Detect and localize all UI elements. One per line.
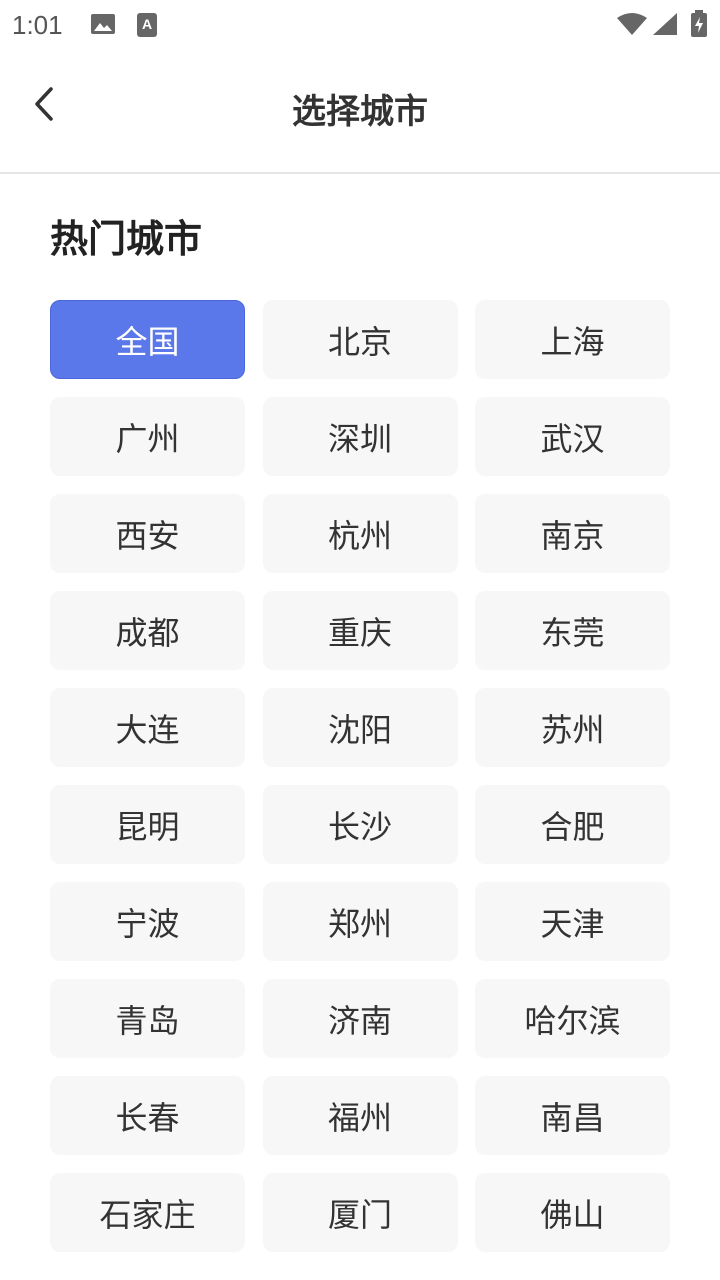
city-item[interactable]: 济南 [262,979,458,1058]
city-item[interactable]: 大连 [50,688,245,767]
city-item[interactable]: 合肥 [475,785,670,864]
city-item[interactable]: 全国 [50,300,245,379]
city-item[interactable]: 重庆 [262,591,458,670]
city-item[interactable]: 昆明 [50,785,245,864]
city-item[interactable]: 东莞 [475,591,670,670]
status-bar: 1:01 A [0,0,720,48]
city-item[interactable]: 沈阳 [262,688,458,767]
city-item[interactable]: 宁波 [50,882,245,961]
city-item[interactable]: 西安 [50,494,245,573]
header-bar: 选择城市 [0,48,720,174]
signal-icon [652,12,678,40]
svg-text:A: A [142,16,152,32]
city-item[interactable]: 石家庄 [50,1173,245,1252]
city-item[interactable]: 青岛 [50,979,245,1058]
city-item[interactable]: 武汉 [475,397,670,476]
city-item[interactable]: 北京 [262,300,458,379]
status-time: 1:01 [12,10,63,40]
city-item[interactable]: 苏州 [475,688,670,767]
city-item[interactable]: 南昌 [475,1076,670,1155]
city-item[interactable]: 杭州 [262,494,458,573]
city-item[interactable]: 天津 [475,882,670,961]
city-item[interactable]: 郑州 [262,882,458,961]
city-item[interactable]: 哈尔滨 [475,979,670,1058]
city-item[interactable]: 福州 [262,1076,458,1155]
page-title: 选择城市 [292,92,428,132]
city-item[interactable]: 深圳 [262,397,458,476]
image-icon [90,12,116,40]
city-item[interactable]: 南京 [475,494,670,573]
city-item[interactable]: 长春 [50,1076,245,1155]
city-item[interactable]: 上海 [475,300,670,379]
a-icon: A [136,12,158,42]
wifi-icon [616,12,648,40]
battery-icon [690,10,708,42]
city-item[interactable]: 厦门 [262,1173,458,1252]
city-item[interactable]: 成都 [50,591,245,670]
city-item[interactable]: 广州 [50,397,245,476]
city-grid: 全国 北京 上海 广州 深圳 武汉 西安 杭州 南京 成都 重庆 东莞 大连 沈… [50,300,670,1252]
hot-cities-heading: 热门城市 [50,217,203,261]
city-item[interactable]: 长沙 [262,785,458,864]
city-item[interactable]: 佛山 [475,1173,670,1252]
